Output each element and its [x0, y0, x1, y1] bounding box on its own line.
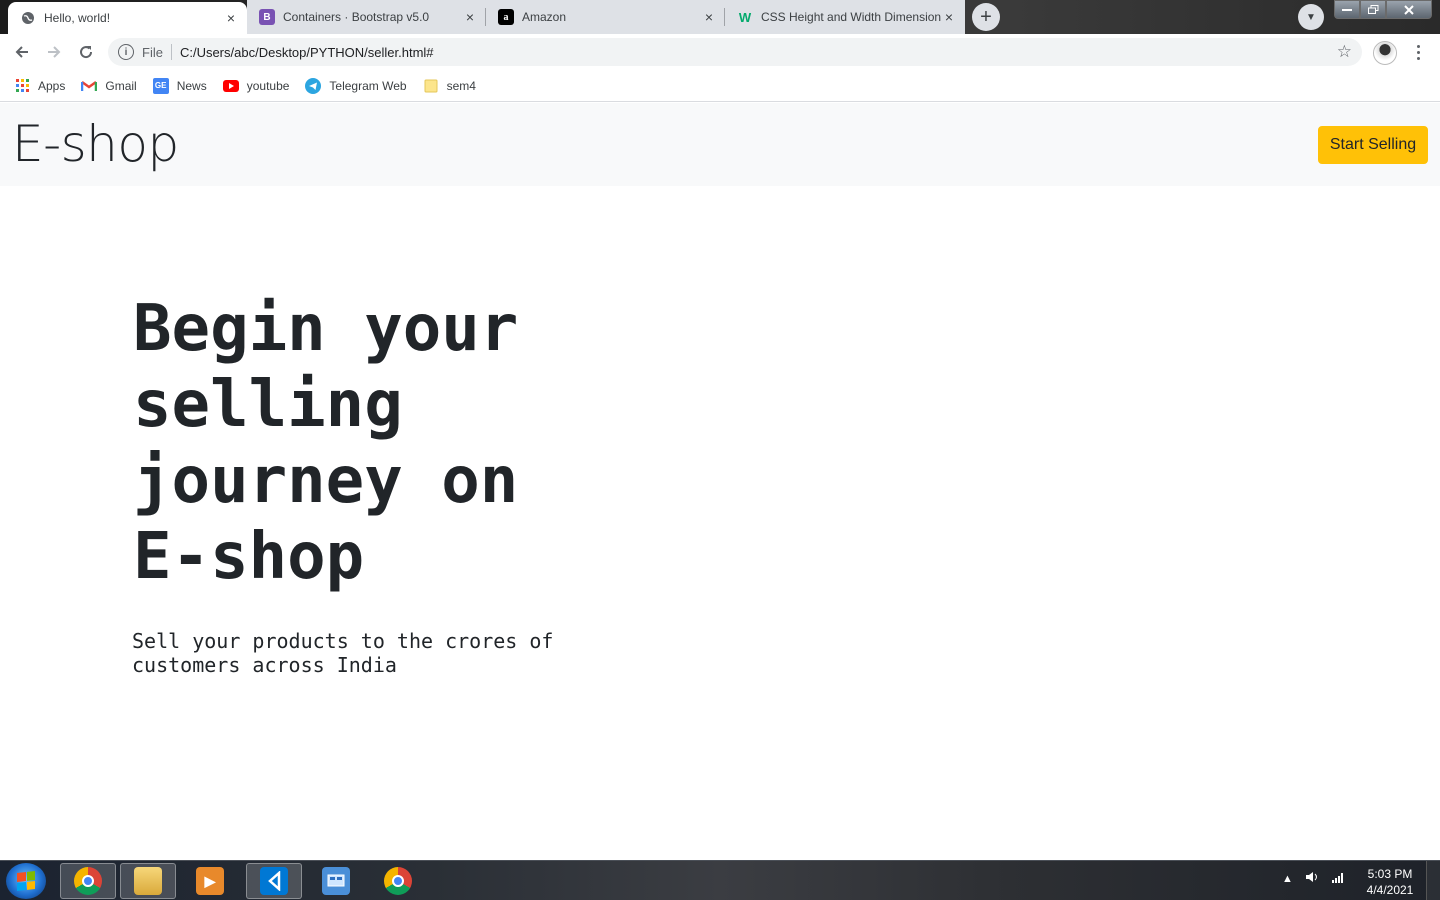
profile-avatar[interactable]	[1373, 41, 1397, 65]
start-button[interactable]	[6, 863, 46, 899]
taskbar-chrome[interactable]	[60, 863, 116, 899]
forward-arrow-icon	[48, 46, 61, 58]
vscode-icon	[260, 867, 288, 895]
bookmark-youtube[interactable]: youtube	[222, 78, 290, 94]
bookmark-label: Gmail	[105, 78, 137, 93]
clock-time: 5:03 PM	[1367, 867, 1413, 881]
tab-close-icon[interactable]: ×	[701, 9, 717, 25]
browser-menu-button[interactable]	[1410, 40, 1426, 64]
media-player-icon: ▶	[196, 867, 224, 895]
chrome-icon	[384, 867, 412, 895]
reload-icon	[80, 46, 93, 59]
address-bar[interactable]: i File C:/Users/abc/Desktop/PYTHON/selle…	[108, 38, 1362, 66]
omnibox-divider	[170, 44, 172, 60]
bookmark-label: Apps	[38, 78, 66, 93]
new-tab-button[interactable]: +	[972, 3, 1000, 31]
hero-subtitle: Sell your products to the crores of cust…	[132, 629, 554, 677]
bookmark-gmail[interactable]: Gmail	[81, 78, 137, 94]
bookmark-label: youtube	[246, 78, 290, 93]
tab-bootstrap-containers[interactable]: B Containers · Bootstrap v5.0 ×	[247, 0, 486, 34]
gmail-icon	[81, 78, 98, 94]
bookmark-apps[interactable]: Apps	[14, 78, 65, 94]
bookmark-label: sem4	[446, 78, 476, 93]
file-explorer-icon	[134, 867, 162, 895]
reload-button[interactable]	[74, 40, 98, 64]
windows-taskbar: ▶ ▲ 5:03 PM 4/4/2021	[0, 860, 1440, 900]
tab-title: CSS Height and Width Dimensions	[761, 10, 941, 24]
google-news-icon: GE	[152, 77, 169, 94]
clock-date: 4/4/2021	[1366, 883, 1414, 897]
bookmark-news[interactable]: GE News	[152, 77, 207, 94]
tab-css-dimensions[interactable]: W CSS Height and Width Dimensions ×	[725, 0, 965, 34]
youtube-icon	[222, 78, 239, 94]
globe-icon	[20, 10, 36, 26]
taskbar-control-panel[interactable]	[308, 863, 364, 899]
volume-icon[interactable]	[1305, 871, 1319, 886]
system-clock[interactable]: 5:03 PM 4/4/2021	[1360, 866, 1420, 898]
bookmark-star-icon[interactable]: ☆	[1337, 42, 1352, 62]
w3schools-favicon-icon: W	[738, 9, 752, 25]
chrome-icon	[74, 867, 102, 895]
back-arrow-icon	[15, 46, 28, 58]
control-panel-icon	[322, 867, 350, 895]
close-icon	[1404, 4, 1414, 15]
tab-close-icon[interactable]: ×	[462, 9, 478, 25]
amazon-favicon-icon: a	[498, 9, 514, 25]
bookmarks-bar: Apps Gmail GE News youtube Telegram Web …	[0, 70, 1440, 102]
site-navbar: E-shop Start Selling	[0, 103, 1440, 186]
bookmark-folder-sem4[interactable]: sem4	[423, 78, 476, 94]
tab-title: Hello, world!	[44, 11, 111, 25]
window-restore-button[interactable]	[1360, 0, 1386, 19]
tab-close-icon[interactable]: ×	[941, 9, 957, 25]
chevron-down-icon: ▼	[1306, 11, 1316, 23]
url-text[interactable]: C:/Users/abc/Desktop/PYTHON/seller.html#	[180, 45, 434, 60]
network-signal-icon[interactable]	[1331, 871, 1345, 886]
forward-button[interactable]	[42, 40, 66, 64]
tab-title: Containers · Bootstrap v5.0	[283, 10, 430, 24]
browser-toolbar: i File C:/Users/abc/Desktop/PYTHON/selle…	[0, 34, 1440, 70]
page-viewport: E-shop Start Selling Begin your selling …	[0, 103, 1440, 860]
browser-tab-strip: Hello, world! × B Containers · Bootstrap…	[0, 0, 1440, 34]
hero-heading: Begin your selling journey on E-shop	[133, 292, 519, 594]
tab-title: Amazon	[522, 10, 567, 24]
site-info-icon[interactable]: i	[118, 44, 134, 60]
bookmark-telegram[interactable]: Telegram Web	[305, 77, 407, 94]
taskbar-chrome-profile[interactable]	[370, 863, 426, 899]
folder-icon	[423, 78, 439, 94]
start-selling-button[interactable]: Start Selling	[1318, 126, 1428, 164]
back-button[interactable]	[10, 40, 34, 64]
taskbar-media-player[interactable]: ▶	[182, 863, 238, 899]
windows-logo-icon	[17, 871, 35, 891]
window-close-button[interactable]	[1386, 0, 1432, 19]
tab-hello-world[interactable]: Hello, world! ×	[8, 2, 247, 34]
bookmark-label: Telegram Web	[329, 78, 407, 93]
taskbar-file-explorer[interactable]	[120, 863, 176, 899]
system-tray: ▲	[1282, 871, 1345, 886]
tab-close-icon[interactable]: ×	[223, 10, 239, 26]
show-hidden-icons-icon[interactable]: ▲	[1282, 873, 1293, 885]
scheme-label: File	[142, 44, 163, 60]
bookmark-label: News	[176, 78, 207, 93]
bootstrap-favicon-icon: B	[259, 9, 275, 25]
window-minimize-button[interactable]	[1334, 0, 1360, 19]
apps-grid-icon	[14, 78, 30, 94]
tab-search-button[interactable]: ▼	[1298, 4, 1324, 30]
taskbar-vscode[interactable]	[246, 863, 302, 899]
tab-amazon[interactable]: a Amazon ×	[486, 0, 725, 34]
telegram-icon	[305, 77, 322, 94]
brand-logo-text[interactable]: E-shop	[12, 115, 179, 173]
restore-icon	[1367, 5, 1378, 14]
minimize-icon	[1342, 8, 1352, 11]
show-desktop-button[interactable]	[1426, 861, 1440, 900]
